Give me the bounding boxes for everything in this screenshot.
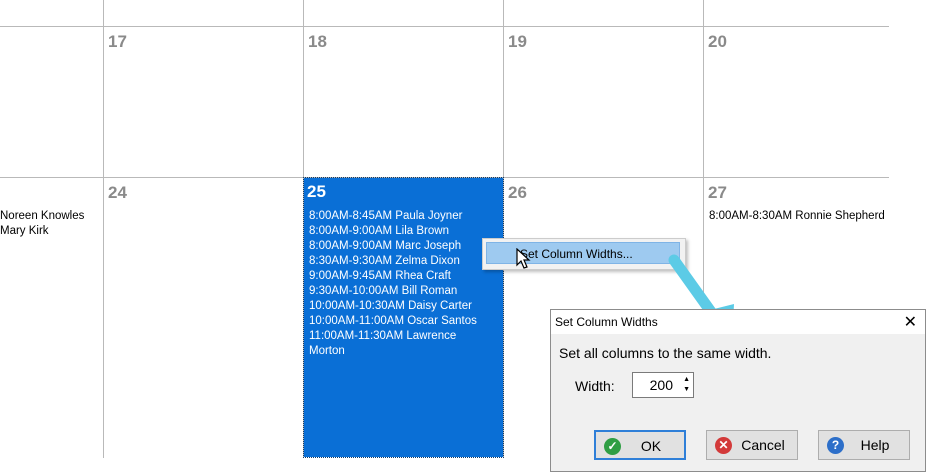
day-number: 24 — [108, 183, 127, 202]
day-number: 19 — [508, 32, 527, 51]
width-spinner[interactable]: 200 ▲ ▼ — [632, 372, 694, 398]
context-menu: Set Column Widths... — [482, 238, 686, 270]
appointment-item[interactable]: 10:00AM-10:30AM Daisy Carter — [309, 299, 472, 314]
appointment-item[interactable]: 8:30AM-9:30AM Zelma Dixon — [309, 254, 460, 269]
grid-line — [103, 0, 104, 458]
ok-button[interactable]: ✓ OK — [594, 430, 686, 460]
appointment-item[interactable]: Morton — [309, 344, 345, 359]
day-number: 25 — [307, 182, 326, 201]
help-button[interactable]: ? Help — [818, 430, 910, 460]
appointment-item[interactable]: 8:00AM-9:00AM Marc Joseph — [309, 239, 461, 254]
appointment-item[interactable]: Mary Kirk — [0, 224, 49, 239]
day-number: 27 — [708, 183, 727, 202]
help-button-label: Help — [860, 437, 890, 453]
dialog-message: Set all columns to the same width. — [559, 345, 772, 361]
day-number: 18 — [308, 32, 327, 51]
close-icon[interactable]: ✕ — [904, 312, 917, 332]
appointment-item[interactable]: Noreen Knowles — [0, 209, 84, 224]
grid-line — [0, 26, 889, 27]
day-number: 17 — [108, 32, 127, 51]
appointment-item[interactable]: 10:00AM-11:00AM Oscar Santos — [309, 314, 477, 329]
set-column-widths-dialog: Set Column Widths ✕ Set all columns to t… — [550, 309, 926, 472]
appointment-item[interactable]: 8:00AM-9:00AM Lila Brown — [309, 224, 449, 239]
cancel-button-label: Cancel — [741, 437, 785, 453]
appointment-item[interactable]: 11:00AM-11:30AM Lawrence — [309, 329, 456, 344]
mouse-cursor-icon — [516, 248, 531, 269]
grid-line — [503, 0, 504, 458]
ok-button-label: OK — [640, 438, 662, 454]
appointment-item[interactable]: 8:00AM-8:30AM Ronnie Shepherd — [709, 209, 885, 224]
appointment-item[interactable]: 9:30AM-10:00AM Bill Roman — [309, 284, 457, 299]
spin-up-icon[interactable]: ▲ — [683, 376, 690, 383]
day-number: 20 — [708, 32, 727, 51]
dialog-title-bar[interactable]: Set Column Widths ✕ — [551, 310, 925, 334]
appointment-item[interactable]: 8:00AM-8:45AM Paula Joyner — [309, 209, 462, 224]
spin-down-icon[interactable]: ▼ — [683, 386, 690, 393]
width-value[interactable]: 200 — [650, 377, 673, 393]
width-label: Width: — [575, 378, 615, 394]
day-number: 26 — [508, 183, 527, 202]
dialog-title: Set Column Widths — [555, 315, 658, 329]
appointment-item[interactable]: 9:00AM-9:45AM Rhea Craft — [309, 269, 451, 284]
cancel-button[interactable]: ✕ Cancel — [706, 430, 798, 460]
